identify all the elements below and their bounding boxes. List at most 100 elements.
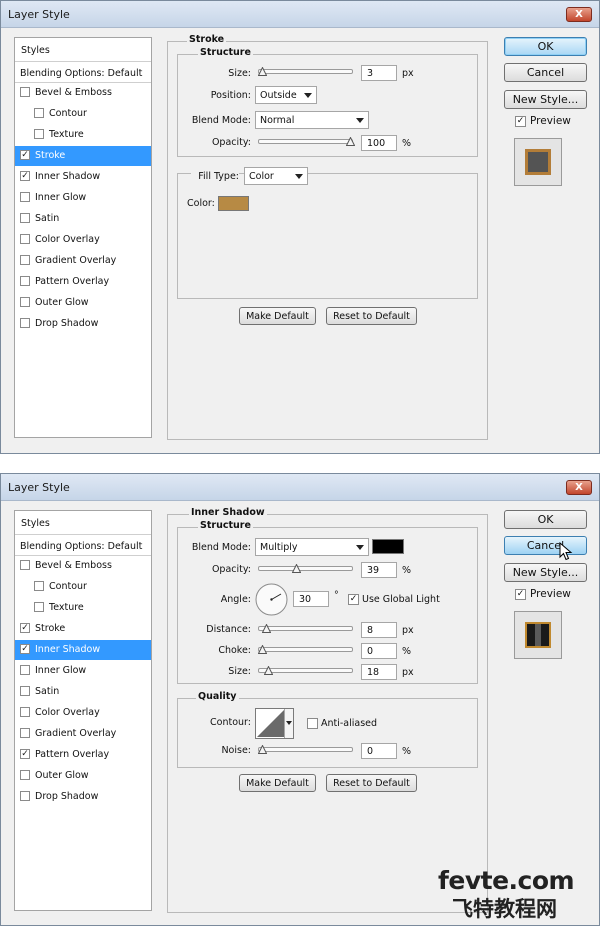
checkbox[interactable] xyxy=(34,108,44,118)
slider-thumb[interactable] xyxy=(258,745,267,754)
cancel-button[interactable]: Cancel xyxy=(504,536,587,555)
sidebar-item-inner-shadow[interactable]: ✓ Inner Shadow xyxy=(15,640,151,660)
sidebar-item-bevel-emboss[interactable]: Bevel & Emboss xyxy=(15,556,151,576)
stroke-color-swatch[interactable] xyxy=(218,196,249,211)
sidebar-item-texture[interactable]: Texture xyxy=(15,598,151,618)
opacity-slider[interactable] xyxy=(258,564,353,573)
sidebar-item-inner-shadow[interactable]: ✓ Inner Shadow xyxy=(15,167,151,187)
angle-dial[interactable] xyxy=(255,583,288,616)
sidebar-item-drop-shadow[interactable]: Drop Shadow xyxy=(15,787,151,807)
sidebar-item-satin[interactable]: Satin xyxy=(15,682,151,702)
checkbox[interactable]: ✓ xyxy=(20,623,30,633)
choke-input[interactable]: 0 xyxy=(361,643,397,659)
new-style-button[interactable]: New Style... xyxy=(504,563,587,582)
choke-slider[interactable] xyxy=(258,645,353,654)
blending-options-item[interactable]: Blending Options: Default xyxy=(15,64,151,83)
checkbox[interactable]: ✓ xyxy=(20,171,30,181)
sidebar-item-outer-glow[interactable]: Outer Glow xyxy=(15,293,151,313)
slider-thumb[interactable] xyxy=(264,666,273,675)
new-style-button[interactable]: New Style... xyxy=(504,90,587,109)
preview-checkbox[interactable]: ✓ xyxy=(515,589,526,600)
shadow-color-swatch[interactable] xyxy=(372,539,404,554)
sidebar-item-bevel-emboss[interactable]: Bevel & Emboss xyxy=(15,83,151,103)
preview-checkbox[interactable]: ✓ xyxy=(515,116,526,127)
sidebar-item-contour[interactable]: Contour xyxy=(15,577,151,597)
styles-header[interactable]: Styles xyxy=(15,38,151,62)
sidebar-item-gradient-overlay[interactable]: Gradient Overlay xyxy=(15,724,151,744)
noise-slider[interactable] xyxy=(258,745,353,754)
sidebar-item-inner-glow[interactable]: Inner Glow xyxy=(15,188,151,208)
blend-mode-select[interactable]: Multiply xyxy=(255,538,369,556)
sidebar-item-inner-glow[interactable]: Inner Glow xyxy=(15,661,151,681)
checkbox[interactable] xyxy=(20,255,30,265)
sidebar-item-stroke[interactable]: ✓ Stroke xyxy=(15,146,151,166)
anti-aliased-checkbox[interactable] xyxy=(307,718,318,729)
use-global-light-checkbox[interactable]: ✓ xyxy=(348,594,359,605)
size-slider[interactable] xyxy=(258,67,353,76)
slider-thumb[interactable] xyxy=(346,137,355,146)
sidebar-item-outer-glow[interactable]: Outer Glow xyxy=(15,766,151,786)
checkbox[interactable]: ✓ xyxy=(20,150,30,160)
checkbox[interactable] xyxy=(20,234,30,244)
checkbox[interactable] xyxy=(20,297,30,307)
reset-to-default-button[interactable]: Reset to Default xyxy=(326,774,417,792)
close-button[interactable]: X xyxy=(566,480,592,495)
opacity-input[interactable]: 39 xyxy=(361,562,397,578)
size-slider[interactable] xyxy=(258,666,353,675)
sidebar-item-color-overlay[interactable]: Color Overlay xyxy=(15,230,151,250)
checkbox[interactable] xyxy=(20,707,30,717)
reset-to-default-button[interactable]: Reset to Default xyxy=(326,307,417,325)
checkbox[interactable] xyxy=(20,560,30,570)
checkbox[interactable] xyxy=(20,318,30,328)
angle-input[interactable]: 30 xyxy=(293,591,329,607)
sidebar-item-contour[interactable]: Contour xyxy=(15,104,151,124)
distance-input[interactable]: 8 xyxy=(361,622,397,638)
checkbox[interactable] xyxy=(20,276,30,286)
checkbox[interactable]: ✓ xyxy=(20,749,30,759)
ok-button[interactable]: OK xyxy=(504,510,587,529)
checkbox[interactable] xyxy=(20,213,30,223)
checkbox[interactable] xyxy=(20,728,30,738)
distance-slider[interactable] xyxy=(258,624,353,633)
slider-thumb[interactable] xyxy=(262,624,271,633)
contour-dropdown[interactable] xyxy=(284,709,293,738)
sidebar-item-drop-shadow[interactable]: Drop Shadow xyxy=(15,314,151,334)
sidebar-item-texture[interactable]: Texture xyxy=(15,125,151,145)
fill-group xyxy=(177,173,478,299)
checkbox[interactable] xyxy=(20,87,30,97)
blending-options-item[interactable]: Blending Options: Default xyxy=(15,537,151,556)
checkbox[interactable] xyxy=(20,665,30,675)
close-button[interactable]: X xyxy=(566,7,592,22)
noise-input[interactable]: 0 xyxy=(361,743,397,759)
sidebar-item-pattern-overlay[interactable]: ✓ Pattern Overlay xyxy=(15,745,151,765)
checkbox[interactable] xyxy=(20,192,30,202)
blend-mode-select[interactable]: Normal xyxy=(255,111,369,129)
checkbox[interactable] xyxy=(20,770,30,780)
sidebar-item-satin[interactable]: Satin xyxy=(15,209,151,229)
make-default-button[interactable]: Make Default xyxy=(239,774,316,792)
checkbox[interactable] xyxy=(34,581,44,591)
checkbox[interactable] xyxy=(20,686,30,696)
position-select[interactable]: Outside xyxy=(255,86,317,104)
sidebar-item-stroke[interactable]: ✓ Stroke xyxy=(15,619,151,639)
make-default-button[interactable]: Make Default xyxy=(239,307,316,325)
slider-thumb[interactable] xyxy=(292,564,301,573)
checkbox[interactable]: ✓ xyxy=(20,644,30,654)
checkbox[interactable] xyxy=(20,791,30,801)
size-input[interactable]: 3 xyxy=(361,65,397,81)
contour-picker[interactable] xyxy=(255,708,294,739)
opacity-slider[interactable] xyxy=(258,137,355,146)
fill-type-select[interactable]: Color xyxy=(244,167,308,185)
styles-header[interactable]: Styles xyxy=(15,511,151,535)
opacity-input[interactable]: 100 xyxy=(361,135,397,151)
sidebar-item-color-overlay[interactable]: Color Overlay xyxy=(15,703,151,723)
sidebar-item-gradient-overlay[interactable]: Gradient Overlay xyxy=(15,251,151,271)
checkbox[interactable] xyxy=(34,129,44,139)
slider-thumb[interactable] xyxy=(258,645,267,654)
slider-thumb[interactable] xyxy=(258,67,267,76)
size-input[interactable]: 18 xyxy=(361,664,397,680)
cancel-button[interactable]: Cancel xyxy=(504,63,587,82)
ok-button[interactable]: OK xyxy=(504,37,587,56)
checkbox[interactable] xyxy=(34,602,44,612)
sidebar-item-pattern-overlay[interactable]: Pattern Overlay xyxy=(15,272,151,292)
